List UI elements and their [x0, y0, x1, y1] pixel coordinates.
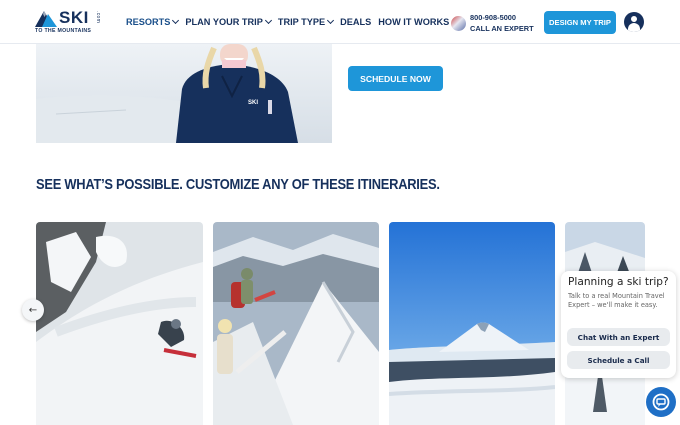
- main-nav: RESORTS PLAN YOUR TRIP TRIP TYPE DEALS H…: [126, 0, 456, 44]
- nav-item-deals[interactable]: DEALS: [340, 17, 371, 27]
- arrow-left-icon: ←: [28, 304, 38, 316]
- expert-avatar: [451, 15, 466, 31]
- itinerary-card-volcano[interactable]: [389, 222, 555, 425]
- hero-photo: SKI: [36, 44, 332, 143]
- nav-item-label: RESORTS: [126, 17, 171, 27]
- itinerary-card-ridge[interactable]: [213, 222, 379, 425]
- nav-item-how-it-works[interactable]: HOW IT WORKS: [378, 17, 449, 27]
- nav-item-trip-type[interactable]: TRIP TYPE: [277, 16, 335, 27]
- chevron-down-icon: [172, 16, 180, 24]
- mountain-logo-icon: [35, 11, 57, 27]
- logo[interactable]: SKI .com TO THE MOUNTAINS: [35, 9, 103, 37]
- user-circle-icon[interactable]: [624, 12, 644, 32]
- nav-item-label: HOW IT WORKS: [378, 17, 450, 27]
- chat-subtitle: Talk to a real Mountain Travel Expert – …: [568, 292, 665, 309]
- logo-tagline: TO THE MOUNTAINS: [35, 28, 92, 34]
- site-header: SKI .com TO THE MOUNTAINS RESORTS PLAN Y…: [0, 0, 680, 44]
- chevron-down-icon: [264, 16, 272, 24]
- carousel-prev-button[interactable]: ←: [22, 299, 44, 321]
- itinerary-card-powder[interactable]: [36, 222, 203, 425]
- call-expert-link[interactable]: 800-908-5000 CALL AN EXPERT: [451, 11, 534, 35]
- svg-text:SKI: SKI: [248, 100, 258, 106]
- nav-item-label: PLAN YOUR TRIP: [185, 17, 263, 27]
- logo-domain: .com: [95, 11, 101, 24]
- section-title: SEE WHAT’S POSSIBLE. CUSTOMIZE ANY OF TH…: [36, 176, 440, 193]
- design-my-trip-button[interactable]: DESIGN MY TRIP: [544, 11, 616, 34]
- user-head-shape: [631, 16, 637, 22]
- chevron-down-icon: [327, 16, 335, 24]
- chat-with-expert-button[interactable]: Chat With an Expert: [567, 328, 670, 346]
- nav-item-plan-your-trip[interactable]: PLAN YOUR TRIP: [185, 16, 272, 27]
- chat-widget: Planning a ski trip? Talk to a real Moun…: [561, 271, 676, 378]
- nav-item-label: TRIP TYPE: [277, 17, 326, 27]
- schedule-call-button[interactable]: Schedule a Call: [567, 351, 670, 369]
- chat-bubble-icon: [652, 393, 670, 411]
- chat-open-button[interactable]: [646, 387, 676, 417]
- nav-item-label: DEALS: [340, 17, 372, 27]
- chat-title: Planning a ski trip?: [568, 276, 669, 288]
- schedule-now-button[interactable]: SCHEDULE NOW: [348, 66, 443, 91]
- call-expert-text: 800-908-5000 CALL AN EXPERT: [470, 12, 534, 34]
- user-body-shape: [628, 23, 640, 32]
- phone-caption: CALL AN EXPERT: [470, 24, 534, 33]
- logo-wordmark: SKI: [59, 8, 89, 27]
- nav-item-resorts[interactable]: RESORTS: [126, 16, 180, 27]
- phone-number: 800-908-5000: [470, 13, 517, 22]
